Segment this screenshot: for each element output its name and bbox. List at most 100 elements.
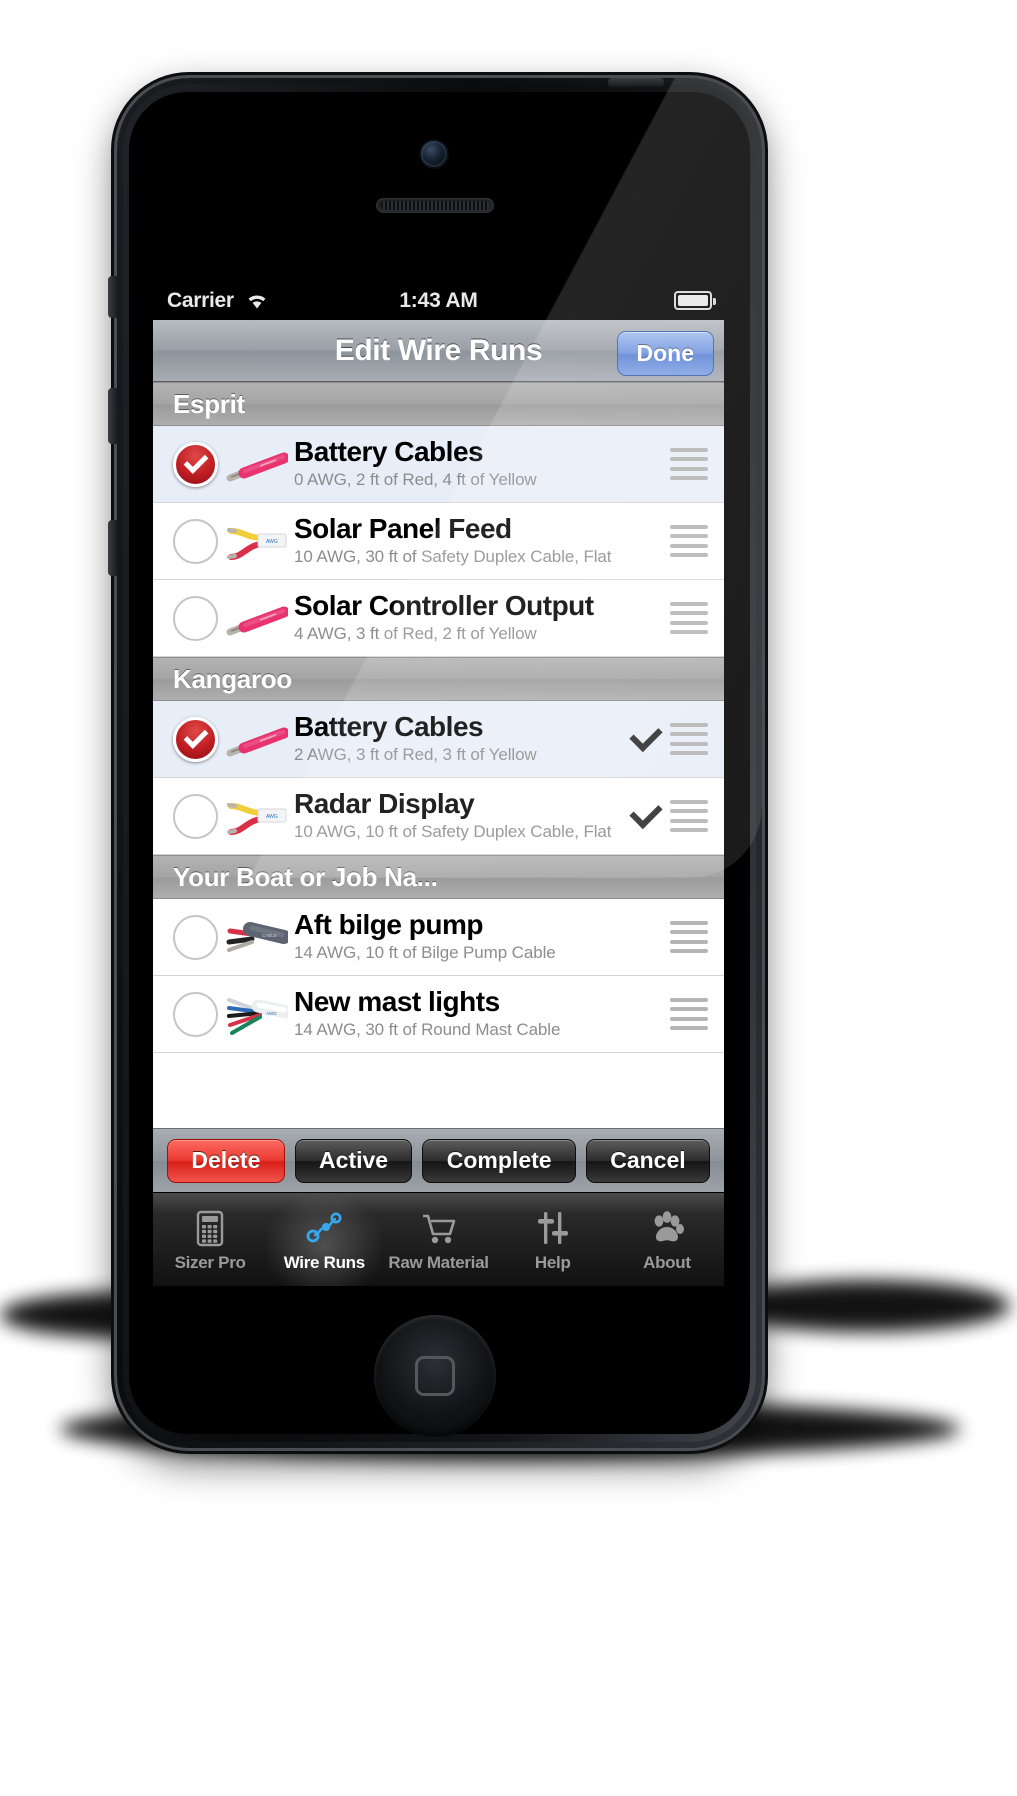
- tab-bar: Sizer Pro Wire Runs Raw Material Help Ab…: [153, 1192, 724, 1286]
- clock: 1:43 AM: [399, 289, 478, 312]
- table-row[interactable]: AWG Solar Panel Feed 10 AWG, 30 ft of Safe…: [153, 503, 724, 580]
- front-camera: [421, 141, 447, 167]
- table-row[interactable]: Battery Cables 2 AWG, 3 ft of Red, 3 ft o…: [153, 701, 724, 778]
- silent-switch[interactable]: [108, 276, 118, 318]
- row-checkmark-placeholder: [628, 920, 662, 954]
- row-unselected-checkbox[interactable]: [173, 595, 218, 641]
- phone-screen: Carrier 1:43 AM Edit Wire Runs Done Espr…: [153, 282, 724, 1286]
- row-text: Solar Panel Feed 10 AWG, 30 ft of Safety …: [294, 512, 628, 568]
- row-title: Solar Controller Output: [294, 589, 594, 621]
- row-subtitle: 14 AWG, 30 ft of Round Mast Cable: [294, 1020, 561, 1040]
- device-mockup: Carrier 1:43 AM Edit Wire Runs Done Espr…: [0, 0, 1017, 1796]
- row-checkmark-placeholder: [628, 524, 662, 558]
- row-checkmark-placeholder: [628, 997, 662, 1031]
- volume-up-button[interactable]: [108, 388, 118, 444]
- action-toolbar: Delete Active Complete Cancel: [153, 1128, 724, 1192]
- tab-label: Wire Runs: [283, 1252, 366, 1272]
- reorder-handle-icon[interactable]: [670, 998, 708, 1030]
- calculator-icon: [189, 1207, 231, 1249]
- home-button[interactable]: [374, 1315, 496, 1437]
- row-subtitle: 10 AWG, 30 ft of Safety Duplex Cable, Fl…: [294, 547, 612, 567]
- svg-text:AWG: AWG: [266, 1011, 277, 1016]
- row-unselected-checkbox[interactable]: [173, 518, 218, 564]
- tab-help[interactable]: Help: [496, 1193, 610, 1286]
- nodes-graph-icon: [303, 1207, 345, 1249]
- tab-wire-runs[interactable]: Wire Runs: [267, 1193, 382, 1286]
- done-button[interactable]: Done: [616, 331, 714, 376]
- reorder-handle-icon[interactable]: [670, 602, 708, 634]
- row-subtitle: 4 AWG, 3 ft of Red, 2 ft of Yellow: [294, 624, 537, 644]
- row-complete-checkmark-icon: [628, 722, 662, 756]
- row-text: Radar Display 10 AWG, 10 ft of Safety Dup…: [294, 789, 628, 843]
- row-text: Battery Cables 2 AWG, 3 ft of Red, 3 ft o…: [294, 710, 628, 766]
- battery-icon: [674, 291, 716, 310]
- navigation-bar: Edit Wire Runs Done: [153, 320, 724, 382]
- earpiece-speaker: [376, 198, 494, 213]
- row-checkmark-placeholder: [628, 601, 662, 635]
- single-red-wire-thumbnail: [226, 442, 290, 486]
- list-section-header: Esprit: [153, 382, 724, 426]
- list-empty-space: [153, 1053, 724, 1113]
- cancel-button[interactable]: Cancel: [585, 1138, 711, 1183]
- checkmark-icon: [183, 449, 208, 474]
- power-button[interactable]: [608, 78, 664, 87]
- table-row[interactable]: CABLE Aft bilge pump 14 AWG, 10 ft of Bilg…: [153, 899, 724, 976]
- row-subtitle: 14 AWG, 10 ft of Bilge Pump Cable: [294, 943, 556, 963]
- row-text: Battery Cables 0 AWG, 2 ft of Red, 4 ft o…: [294, 435, 628, 491]
- single-red-wire-thumbnail: [226, 717, 290, 761]
- reorder-handle-icon[interactable]: [670, 525, 708, 557]
- home-square-icon: [415, 1356, 455, 1396]
- checkmark-icon: [183, 724, 208, 749]
- complete-button[interactable]: Complete: [422, 1138, 576, 1183]
- row-complete-checkmark-icon: [628, 799, 662, 833]
- row-selected-checkbox[interactable]: [173, 716, 218, 762]
- tab-about[interactable]: About: [610, 1193, 724, 1286]
- delete-button[interactable]: Delete: [167, 1138, 285, 1183]
- row-title: Solar Panel Feed: [294, 512, 512, 544]
- cart-icon: [418, 1207, 460, 1249]
- row-text: Aft bilge pump 14 AWG, 10 ft of Bilge Pum…: [294, 908, 628, 964]
- active-button[interactable]: Active: [294, 1138, 413, 1183]
- table-row[interactable]: Solar Controller Output 4 AWG, 3 ft of Re…: [153, 580, 724, 657]
- table-row[interactable]: Battery Cables 0 AWG, 2 ft of Red, 4 ft o…: [153, 426, 724, 503]
- volume-down-button[interactable]: [108, 520, 118, 576]
- row-selected-checkbox[interactable]: [173, 441, 218, 487]
- tab-label: Sizer Pro: [174, 1252, 246, 1272]
- row-unselected-checkbox[interactable]: [173, 793, 218, 839]
- row-unselected-checkbox[interactable]: [173, 991, 218, 1037]
- reorder-handle-icon[interactable]: [670, 723, 708, 755]
- wire-runs-list[interactable]: Esprit Battery Cables 0 AWG, 2 ft of Red,…: [153, 382, 724, 1128]
- svg-text:AWG: AWG: [266, 814, 278, 820]
- row-checkmark-placeholder: [628, 447, 662, 481]
- single-red-wire-thumbnail: [226, 596, 290, 640]
- table-row[interactable]: AWG Radar Display 10 AWG, 10 ft of Safety …: [153, 778, 724, 855]
- list-section-header: Your Boat or Job Na...: [153, 855, 724, 899]
- row-text: Solar Controller Output 4 AWG, 3 ft of Re…: [294, 589, 628, 645]
- row-title: Aft bilge pump: [294, 908, 483, 940]
- round-mast-cable-thumbnail: AWG: [226, 992, 293, 1036]
- tab-label: Help: [534, 1252, 571, 1272]
- reorder-handle-icon[interactable]: [670, 448, 708, 480]
- row-subtitle: 0 AWG, 2 ft of Red, 4 ft of Yellow: [294, 470, 537, 490]
- tab-sizer-pro[interactable]: Sizer Pro: [153, 1193, 267, 1286]
- row-subtitle: 10 AWG, 10 ft of Safety Duplex Cable, Fl…: [294, 822, 612, 842]
- status-bar: Carrier 1:43 AM: [153, 282, 724, 320]
- paw-print-icon: [646, 1207, 688, 1249]
- bilge-pump-cable-thumbnail: CABLE: [226, 915, 291, 959]
- floor-shadow: [720, 1280, 1010, 1332]
- duplex-flat-cable-thumbnail: AWG: [226, 794, 288, 838]
- svg-text:AWG: AWG: [266, 539, 278, 545]
- tab-label: About: [643, 1252, 691, 1272]
- row-text: New mast lights 14 AWG, 30 ft of Round Ma…: [294, 985, 628, 1041]
- duplex-flat-cable-thumbnail: AWG: [226, 519, 288, 563]
- page-title: Edit Wire Runs: [334, 333, 543, 367]
- tab-raw-material[interactable]: Raw Material: [381, 1193, 495, 1286]
- row-title: Battery Cables: [294, 435, 484, 467]
- reorder-handle-icon[interactable]: [670, 921, 708, 953]
- row-unselected-checkbox[interactable]: [173, 914, 218, 960]
- row-title: New mast lights: [294, 985, 500, 1017]
- sliders-icon: [532, 1207, 574, 1249]
- table-row[interactable]: AWG New mast lights 14 AWG, 30 ft of Round…: [153, 976, 724, 1053]
- reorder-handle-icon[interactable]: [670, 800, 708, 832]
- row-title: Battery Cables: [294, 710, 484, 742]
